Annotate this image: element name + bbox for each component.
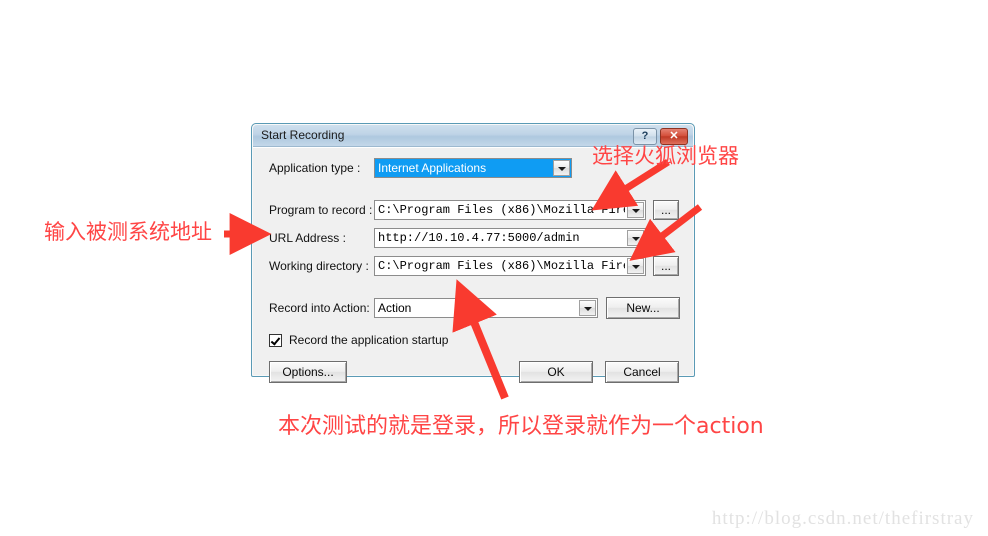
annotation-bottom: 本次测试的就是登录，所以登录就作为一个action bbox=[278, 414, 764, 439]
new-action-button[interactable]: New... bbox=[606, 297, 680, 319]
chevron-down-icon[interactable] bbox=[579, 300, 596, 316]
annotation-top-right: 选择火狐浏览器 bbox=[592, 144, 739, 168]
annotation-left: 输入被测系统地址 bbox=[44, 220, 212, 244]
options-button[interactable]: Options... bbox=[269, 361, 347, 383]
chevron-down-icon[interactable] bbox=[553, 160, 570, 176]
label-url-address: URL Address : bbox=[269, 231, 346, 245]
browse-workdir-button[interactable]: ... bbox=[653, 256, 679, 276]
ok-button[interactable]: OK bbox=[519, 361, 593, 383]
program-to-record-combo[interactable]: C:\Program Files (x86)\Mozilla Firefox\f… bbox=[374, 200, 646, 220]
application-type-value: Internet Applications bbox=[378, 161, 551, 175]
label-working-directory: Working directory : bbox=[269, 259, 369, 273]
working-directory-combo[interactable]: C:\Program Files (x86)\Mozilla Firefox bbox=[374, 256, 646, 276]
dialog-body: Application type : Internet Applications… bbox=[253, 147, 693, 383]
record-startup-label: Record the application startup bbox=[289, 333, 449, 347]
field-row-record-into-action: Record into Action: Action New... bbox=[253, 297, 693, 320]
record-startup-checkbox[interactable] bbox=[269, 334, 282, 347]
browse-program-button[interactable]: ... bbox=[653, 200, 679, 220]
watermark: http://blog.csdn.net/thefirstray bbox=[711, 508, 974, 529]
url-address-value: http://10.10.4.77:5000/admin bbox=[378, 231, 580, 245]
url-address-combo[interactable]: http://10.10.4.77:5000/admin bbox=[374, 228, 646, 248]
record-into-action-combo[interactable]: Action bbox=[374, 298, 598, 318]
chevron-down-icon[interactable] bbox=[627, 230, 644, 246]
field-row-working-directory: Working directory : C:\Program Files (x8… bbox=[253, 256, 693, 278]
chevron-down-icon[interactable] bbox=[627, 258, 644, 274]
label-program-to-record: Program to record : bbox=[269, 203, 373, 217]
cancel-button[interactable]: Cancel bbox=[605, 361, 679, 383]
record-into-action-value: Action bbox=[378, 301, 412, 315]
label-application-type: Application type : bbox=[269, 161, 361, 175]
chevron-down-icon[interactable] bbox=[627, 202, 644, 218]
program-to-record-value: C:\Program Files (x86)\Mozilla Firefox\f… bbox=[378, 203, 625, 217]
dialog-title: Start Recording bbox=[261, 128, 345, 142]
application-type-combo[interactable]: Internet Applications bbox=[374, 158, 572, 178]
field-row-program-to-record: Program to record : C:\Program Files (x8… bbox=[253, 200, 693, 222]
field-row-url-address: URL Address : http://10.10.4.77:5000/adm… bbox=[253, 228, 693, 250]
label-record-into-action: Record into Action: bbox=[269, 301, 370, 315]
working-directory-value: C:\Program Files (x86)\Mozilla Firefox bbox=[378, 259, 625, 273]
